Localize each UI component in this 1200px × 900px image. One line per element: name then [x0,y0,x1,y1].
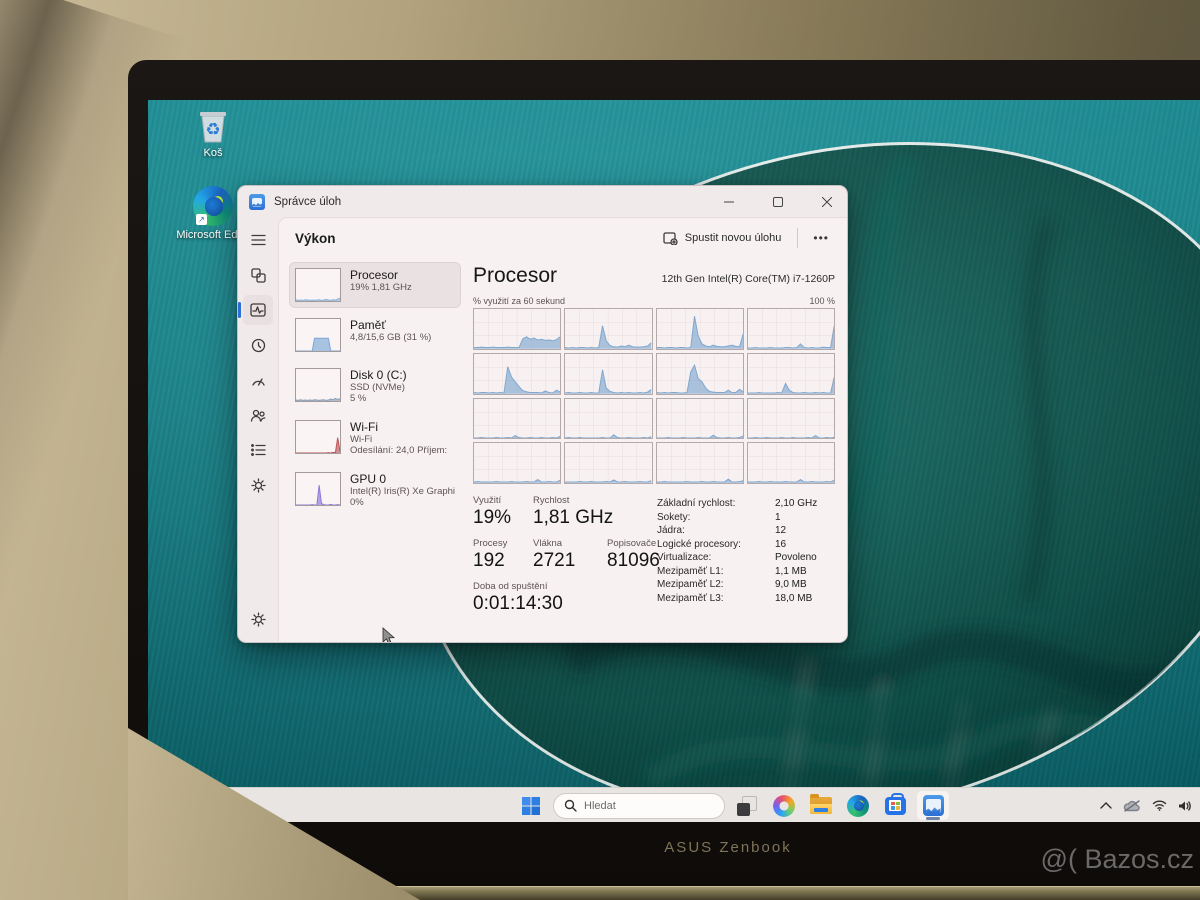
cpu-core-graph [746,442,835,484]
shortcut-arrow-icon: ↗ [196,214,207,225]
cpu-core-graph [564,352,653,395]
taskbar: 4 3°C Oblačno Hledat [148,785,1200,822]
run-new-task-button[interactable]: Spustit novou úlohu [654,227,791,250]
wifi-mini-graph [295,420,341,454]
onedrive-icon[interactable] [1123,799,1141,812]
task-manager-icon [922,795,944,816]
tab-performance[interactable] [238,295,273,325]
menu-button[interactable] [243,225,273,255]
start-button[interactable] [516,791,546,821]
cpu-core-graph [564,442,653,484]
tab-app-history[interactable] [243,330,273,360]
store-icon [884,792,906,815]
photo-watermark: @( Bazos.cz [1040,844,1194,874]
cpu-specs: Základní rychlost: 2,10 GHz Sokety: 1 Jádr… [657,498,818,604]
edge-icon [847,794,869,817]
speaker-icon[interactable] [1178,800,1192,812]
minimize-button[interactable] [709,186,749,217]
stat-handles: Popisovače 81096 [607,538,660,571]
settings-button[interactable] [243,604,273,634]
search-icon [564,799,577,812]
cpu-core-graph [473,397,562,440]
performance-panel: Výkon Spustit novou úlohu ••• Procesor 1… [278,217,847,642]
stat-uptime: Doba od spuštění 0:01:14:30 [473,581,563,614]
sidebar-item-disk[interactable]: Disk 0 (C:) SSD (NVMe) 5 % [289,362,461,410]
titlebar[interactable]: Správce úloh [238,186,847,217]
cpu-core-graph [564,397,653,440]
stat-processes: Procesy 192 [473,538,508,571]
task-view-button[interactable] [732,791,762,821]
memory-mini-graph [295,318,341,352]
cpu-core-graph [655,308,744,350]
folder-icon [810,794,832,814]
taskbar-center: Hledat [516,788,949,822]
search-placeholder: Hledat [584,799,616,812]
graph-scale-label: 100 % [809,296,835,306]
desktop-icon-label: Koš [203,147,223,159]
cpu-core-graph [473,442,562,484]
cpu-mini-graph [295,268,341,302]
mouse-cursor [382,627,395,642]
laptop-brand-text: ASUS Zenbook [664,839,792,856]
disk-mini-graph [295,368,341,402]
tab-details[interactable] [243,435,273,465]
tab-users[interactable] [243,400,273,430]
cpu-stats: Využití 19% Rychlost 1,81 GHz Procesy 192 [473,495,660,615]
task-manager-window: Správce úloh Výkon Spustit novou úlohu •… [237,185,848,643]
task-manager-button[interactable] [917,791,949,820]
new-task-icon [663,231,678,245]
maximize-button[interactable] [758,186,798,217]
laptop-bezel: ♻ Koš ↗ Microsoft Edge Správce úloh Výko… [128,60,1200,900]
file-explorer-button[interactable] [806,791,836,821]
cpu-core-graph [655,352,744,395]
sidebar-item-memory[interactable]: Paměť 4,8/15,6 GB (31 %) [289,312,461,358]
screen: ♻ Koš ↗ Microsoft Edge Správce úloh Výko… [148,100,1200,822]
wifi-icon[interactable] [1152,800,1167,811]
task-manager-app-icon [249,193,265,210]
svg-text:♻: ♻ [205,120,220,140]
copilot-icon [773,794,795,817]
cpu-core-graphs [473,308,835,484]
performance-sidebar: Procesor 19% 1,81 GHz Paměť 4,8/15,6 GB … [289,262,461,632]
edge-icon: ↗ [193,186,233,226]
cpu-core-graph [746,397,835,440]
cpu-chip-name: 12th Gen Intel(R) Core(TM) i7-1260P [661,273,835,285]
cpu-core-graph [655,442,744,484]
cpu-core-graph [746,352,835,395]
desktop-icon-recycle-bin[interactable]: ♻ Koš [174,108,252,160]
stat-threads: Vlákna 2721 [533,538,576,571]
gpu-mini-graph [295,472,341,506]
divider [797,228,799,248]
cpu-title: Procesor [473,264,558,287]
cpu-core-graph [746,308,835,350]
photo-of-laptop: ♻ Koš ↗ Microsoft Edge Správce úloh Výko… [0,0,1200,900]
tab-processes[interactable] [243,260,273,290]
sidebar-item-cpu[interactable]: Procesor 19% 1,81 GHz [289,262,461,308]
cpu-detail-panel: Procesor 12th Gen Intel(R) Core(TM) i7-1… [473,262,835,632]
graph-axis-label: % využití za 60 sekund [473,296,566,306]
stat-utilization: Využití 19% [473,495,512,528]
more-options-button[interactable]: ••• [805,227,837,249]
nav-rail [238,217,278,642]
tab-startup-apps[interactable] [243,365,273,395]
sidebar-item-wifi[interactable]: Wi-Fi Wi-Fi Odesílání: 24,0 Příjem: [289,414,461,462]
copilot-button[interactable] [769,791,799,821]
tab-services[interactable] [243,470,273,500]
system-tray [1100,788,1196,822]
edge-button[interactable] [843,791,873,821]
laptop-hinge [300,886,1200,900]
store-button[interactable] [880,791,910,821]
stat-speed: Rychlost 1,81 GHz [533,495,614,528]
sidebar-item-gpu[interactable]: GPU 0 Intel(R) Iris(R) Xe Graphi 0% [289,466,461,514]
tray-chevron-icon[interactable] [1100,802,1112,809]
cpu-core-graph [564,308,653,350]
close-button[interactable] [807,186,847,217]
recycle-bin-icon: ♻ [196,108,230,144]
window-title: Správce úloh [274,195,342,208]
cpu-core-graph [473,352,562,395]
cpu-core-graph [655,397,744,440]
cpu-core-graph [473,308,562,350]
panel-title: Výkon [295,230,336,246]
search-input[interactable]: Hledat [553,792,725,819]
